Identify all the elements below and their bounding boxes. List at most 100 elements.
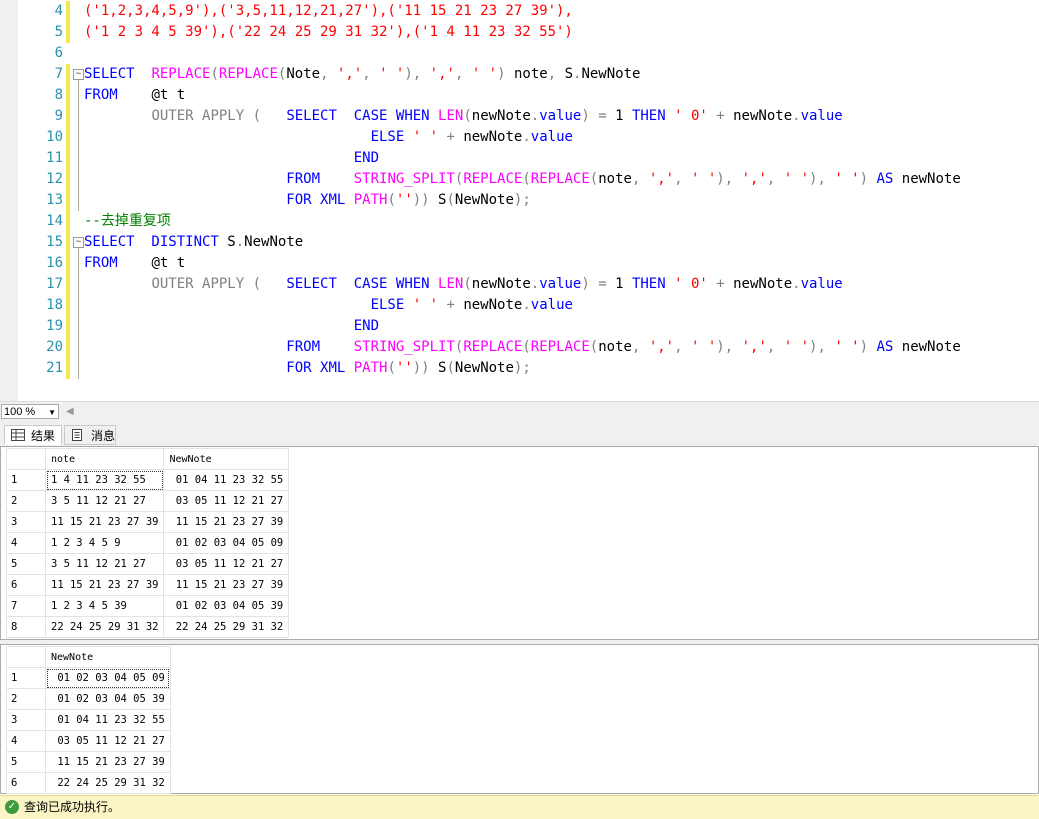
- code-token: ' ': [783, 171, 810, 187]
- code-line[interactable]: SELECT REPLACE(REPLACE(Note, ',', ' '), …: [84, 64, 640, 85]
- column-header-newnote[interactable]: NewNote: [45, 646, 171, 668]
- code-token: STRING_SPLIT: [353, 171, 455, 187]
- code-line[interactable]: END: [84, 316, 379, 337]
- code-token: (: [463, 108, 472, 124]
- table-cell[interactable]: 22 24 25 29 31 32: [45, 772, 171, 794]
- code-line[interactable]: SELECT DISTINCT S.NewNote: [84, 232, 303, 253]
- table-cell[interactable]: 1 2 3 4 5 39: [44, 595, 165, 617]
- results-grid-2[interactable]: NewNote 1 01 02 03 04 05 09 2 01 02 03 04…: [0, 644, 1039, 794]
- table-cell[interactable]: 01 02 03 04 05 09: [163, 532, 290, 554]
- table-row[interactable]: 8 22 24 25 29 31 32 22 24 25 29 31 32: [6, 616, 290, 638]
- code-line[interactable]: ('1 2 3 4 5 39'),('22 24 25 29 31 32'),(…: [84, 22, 573, 43]
- row-number[interactable]: 7: [6, 595, 46, 617]
- table-row[interactable]: 41 2 3 4 5 9 01 02 03 04 05 09: [6, 532, 290, 554]
- row-number[interactable]: 3: [6, 709, 46, 731]
- table-row[interactable]: 4 03 05 11 12 21 27: [6, 730, 171, 752]
- code-token: newNote: [901, 339, 961, 355]
- code-token: ',': [336, 66, 363, 82]
- row-number[interactable]: 6: [6, 574, 46, 596]
- code-token: .: [792, 108, 801, 124]
- code-line[interactable]: END: [84, 148, 379, 169]
- column-header-note[interactable]: note: [44, 448, 165, 470]
- table-cell[interactable]: 11 15 21 23 27 39: [163, 574, 290, 596]
- line-number: 13: [46, 192, 63, 208]
- table-cell[interactable]: 11 15 21 23 27 39: [45, 751, 171, 773]
- code-line[interactable]: ('1,2,3,4,5,9'),('3,5,11,12,21,27'),('11…: [84, 1, 573, 22]
- code-token: SELECT CASE WHEN: [286, 276, 439, 292]
- row-number[interactable]: 2: [6, 490, 46, 512]
- table-cell[interactable]: 3 5 11 12 21 27: [44, 553, 165, 575]
- scroll-left-icon[interactable]: ◀: [66, 406, 74, 417]
- line-number: 9: [54, 108, 63, 124]
- table-cell[interactable]: 1 4 11 23 32 55: [44, 469, 165, 491]
- results-grid-1[interactable]: note NewNote 11 4 11 23 32 55 01 04 11 2…: [0, 446, 1039, 640]
- row-number[interactable]: 2: [6, 688, 46, 710]
- row-number[interactable]: 1: [6, 469, 46, 491]
- table-row[interactable]: 11 4 11 23 32 55 01 04 11 23 32 55: [6, 469, 290, 491]
- table-row[interactable]: 53 5 11 12 21 27 03 05 11 12 21 27: [6, 553, 290, 575]
- code-token: .: [522, 297, 531, 313]
- code-token: ELSE: [370, 129, 413, 145]
- table-row[interactable]: 71 2 3 4 5 39 01 02 03 04 05 39: [6, 595, 290, 617]
- code-line[interactable]: ELSE ' ' + newNote.value: [84, 295, 573, 316]
- table-row[interactable]: 23 5 11 12 21 27 03 05 11 12 21 27: [6, 490, 290, 512]
- column-header-newnote[interactable]: NewNote: [163, 448, 290, 470]
- table-cell[interactable]: 01 02 03 04 05 39: [163, 595, 290, 617]
- code-token: value: [539, 108, 582, 124]
- zoom-select[interactable]: 100 % ▼: [1, 404, 59, 419]
- row-number[interactable]: 1: [6, 667, 46, 689]
- code-token: 1: [615, 276, 632, 292]
- table-cell[interactable]: 11 15 21 23 27 39: [163, 511, 290, 533]
- table-cell[interactable]: 11 15 21 23 27 39: [44, 574, 165, 596]
- code-line[interactable]: FOR XML PATH('')) S(NewNote);: [84, 358, 530, 379]
- table-cell[interactable]: 01 02 03 04 05 09: [45, 667, 171, 689]
- code-line[interactable]: FROM @t t: [84, 85, 185, 106]
- code-line[interactable]: --去掉重复项: [84, 211, 171, 232]
- table-cell[interactable]: 11 15 21 23 27 39: [44, 511, 165, 533]
- table-cell[interactable]: 01 02 03 04 05 39: [45, 688, 171, 710]
- row-number[interactable]: 5: [6, 751, 46, 773]
- row-number[interactable]: 5: [6, 553, 46, 575]
- row-number[interactable]: 4: [6, 532, 46, 554]
- table-cell[interactable]: 03 05 11 12 21 27: [45, 730, 171, 752]
- code-line[interactable]: OUTER APPLY ( SELECT CASE WHEN LEN(newNo…: [84, 274, 842, 295]
- table-cell[interactable]: 01 04 11 23 32 55: [45, 709, 171, 731]
- code-token: ,: [631, 339, 649, 355]
- table-cell[interactable]: 01 04 11 23 32 55: [163, 469, 290, 491]
- collapse-icon[interactable]: −: [73, 237, 84, 248]
- collapse-icon[interactable]: −: [73, 69, 84, 80]
- table-cell[interactable]: 03 05 11 12 21 27: [163, 553, 290, 575]
- table-row[interactable]: 1 01 02 03 04 05 09: [6, 667, 171, 689]
- code-line[interactable]: FROM STRING_SPLIT(REPLACE(REPLACE(note, …: [84, 337, 961, 358]
- code-token: ',': [648, 339, 675, 355]
- row-number[interactable]: 6: [6, 772, 46, 794]
- table-cell[interactable]: 3 5 11 12 21 27: [44, 490, 165, 512]
- tab-messages[interactable]: 消息: [64, 425, 116, 445]
- table-row[interactable]: 6 22 24 25 29 31 32: [6, 772, 171, 794]
- tab-results[interactable]: 结果: [4, 425, 62, 445]
- code-line[interactable]: FROM STRING_SPLIT(REPLACE(REPLACE(note, …: [84, 169, 960, 190]
- code-line[interactable]: OUTER APPLY ( SELECT CASE WHEN LEN(newNo…: [84, 106, 842, 127]
- table-cell[interactable]: 1 2 3 4 5 9: [44, 532, 165, 554]
- table-cell[interactable]: 22 24 25 29 31 32: [44, 616, 165, 638]
- code-line[interactable]: ELSE ' ' + newNote.value: [84, 127, 573, 148]
- row-number[interactable]: 4: [6, 730, 46, 752]
- table-row[interactable]: 3 11 15 21 23 27 39 11 15 21 23 27 39: [6, 511, 290, 533]
- code-token: ('1 2 3 4 5 39'),('22 24 25 29 31 32'),(…: [84, 24, 573, 40]
- table-row[interactable]: 6 11 15 21 23 27 39 11 15 21 23 27 39: [6, 574, 290, 596]
- query-editor[interactable]: ('1,2,3,4,5,9'),('3,5,11,12,21,27'),('11…: [0, 0, 1039, 401]
- table-cell[interactable]: 22 24 25 29 31 32: [163, 616, 290, 638]
- results-table-2[interactable]: NewNote 1 01 02 03 04 05 09 2 01 02 03 04…: [6, 646, 171, 794]
- table-row[interactable]: 2 01 02 03 04 05 39: [6, 688, 171, 710]
- results-table-1[interactable]: note NewNote 11 4 11 23 32 55 01 04 11 2…: [6, 448, 290, 638]
- code-line[interactable]: FOR XML PATH('')) S(NewNote);: [84, 190, 530, 211]
- table-row[interactable]: 5 11 15 21 23 27 39: [6, 751, 171, 773]
- row-number[interactable]: 8: [6, 616, 46, 638]
- table-row[interactable]: 3 01 04 11 23 32 55: [6, 709, 171, 731]
- row-number[interactable]: 3: [6, 511, 46, 533]
- table-cell[interactable]: 03 05 11 12 21 27: [163, 490, 290, 512]
- code-token: END: [353, 150, 380, 166]
- code-line[interactable]: FROM @t t: [84, 253, 185, 274]
